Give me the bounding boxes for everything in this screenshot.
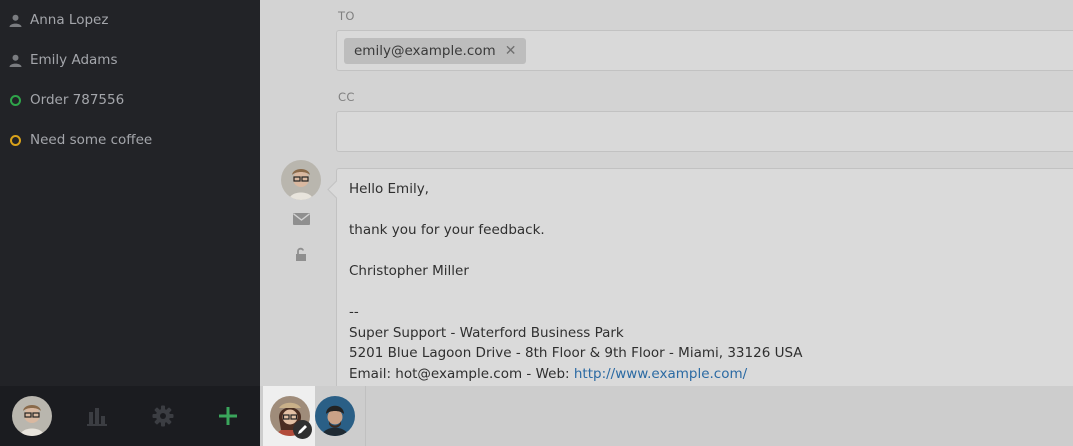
email-type-icon[interactable] — [291, 210, 311, 228]
sidebar-item-coffee[interactable]: Need some coffee — [0, 120, 260, 160]
task-bar-divider — [365, 386, 366, 446]
task-avatar-agent[interactable] — [315, 396, 355, 436]
task-bar — [260, 386, 1073, 446]
bar-chart-icon[interactable] — [86, 405, 108, 427]
plus-icon[interactable] — [217, 405, 239, 427]
sidebar-item-emily-adams[interactable]: Emily Adams — [0, 40, 260, 80]
cc-field[interactable] — [336, 111, 1073, 152]
body-line — [349, 200, 1064, 221]
body-line — [349, 241, 1064, 262]
to-label: TO — [338, 9, 355, 23]
body-line: thank you for your feedback. — [349, 222, 545, 238]
sidebar-nav: Anna Lopez Emily Adams Order 787556 Need… — [0, 0, 260, 160]
sidebar-item-label: Order 787556 — [30, 92, 125, 108]
signature-contact-line: Email: hot@example.com - Web: http://www… — [349, 364, 1064, 385]
message-body-editor[interactable]: Hello Emily, thank you for your feedback… — [336, 168, 1073, 388]
body-line: Hello Emily, — [349, 181, 429, 197]
body-line: Christopher Miller — [349, 263, 469, 279]
remove-recipient-icon[interactable]: ✕ — [505, 43, 517, 59]
body-line — [349, 282, 1064, 303]
unlock-icon[interactable] — [291, 245, 311, 263]
recipient-token-label: emily@example.com — [354, 43, 496, 59]
person-icon — [9, 14, 22, 27]
status-ring-yellow-icon — [9, 134, 22, 147]
body-line: -- — [349, 304, 359, 320]
body-line: Super Support - Waterford Business Park — [349, 324, 624, 341]
gear-icon[interactable] — [152, 405, 174, 427]
sidebar-item-anna-lopez[interactable]: Anna Lopez — [0, 0, 260, 40]
sidebar-item-label: Emily Adams — [30, 52, 118, 68]
recipient-token[interactable]: emily@example.com ✕ — [344, 38, 527, 64]
compose-area: TO emily@example.com ✕ CC Hello Emily, t… — [260, 0, 1073, 388]
to-field[interactable]: emily@example.com ✕ — [336, 30, 1073, 71]
pencil-icon — [293, 420, 312, 439]
user-avatar[interactable] — [12, 396, 52, 436]
person-icon — [9, 54, 22, 67]
sidebar: Anna Lopez Emily Adams Order 787556 Need… — [0, 0, 260, 446]
web-link[interactable]: http://www.example.com/ — [574, 366, 747, 382]
email-line-prefix: Email: hot@example.com - Web: — [349, 365, 574, 382]
sidebar-item-order[interactable]: Order 787556 — [0, 80, 260, 120]
body-line: 5201 Blue Lagoon Drive - 8th Floor & 9th… — [349, 345, 803, 361]
sidebar-item-label: Need some coffee — [30, 132, 153, 148]
sidebar-bottom-bar — [0, 386, 260, 446]
cc-label: CC — [338, 90, 355, 104]
author-avatar[interactable] — [281, 160, 321, 200]
sidebar-item-label: Anna Lopez — [30, 12, 109, 28]
status-ring-green-icon — [9, 94, 22, 107]
